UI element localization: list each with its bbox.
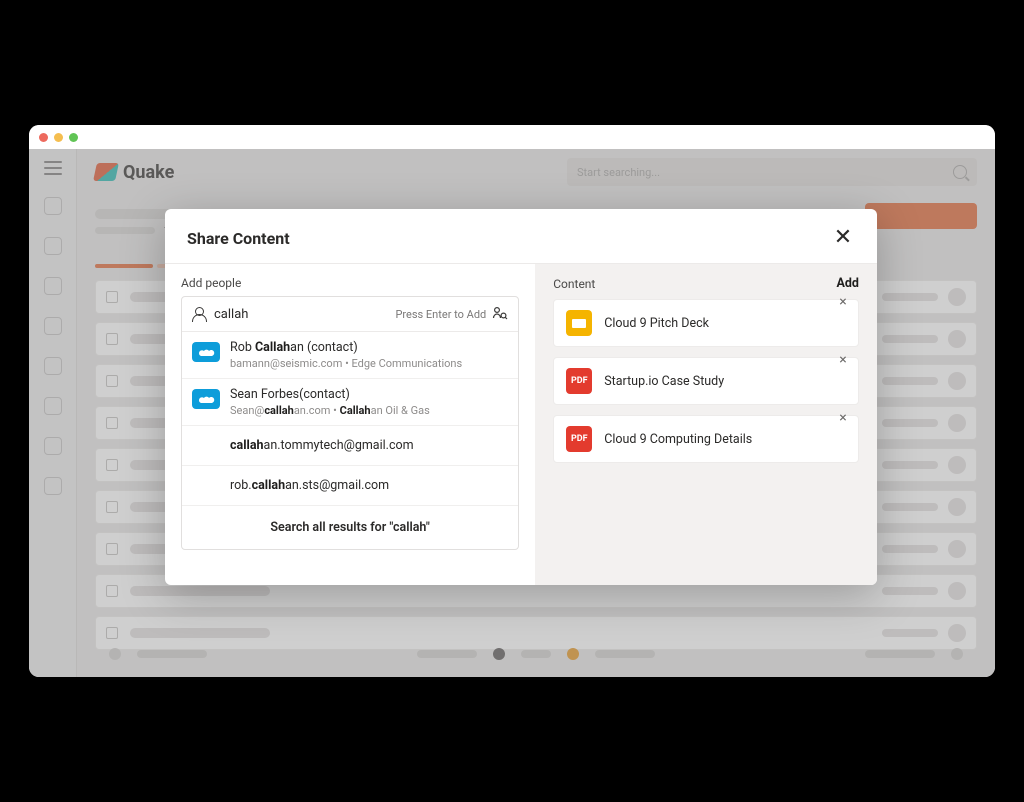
search-all-label: Search all results for "callah" (270, 520, 429, 535)
breadcrumb-skeleton (95, 209, 175, 219)
add-content-button[interactable]: Add (837, 276, 859, 291)
remove-content-icon[interactable]: × (836, 294, 850, 308)
modal-title: Share Content (187, 229, 290, 248)
checkbox[interactable] (106, 459, 118, 471)
window-min-dot[interactable] (54, 133, 63, 142)
content-card[interactable]: × PDF Cloud 9 Computing Details (553, 415, 859, 463)
nav-icon-6[interactable] (44, 397, 62, 415)
primary-cta-button[interactable] (865, 203, 977, 229)
window-titlebar (29, 125, 995, 149)
nav-icon-4[interactable] (44, 317, 62, 335)
search-all-results[interactable]: Search all results for "callah" (182, 506, 518, 549)
checkbox[interactable] (106, 291, 118, 303)
salesforce-icon (192, 342, 220, 362)
pager-first[interactable] (109, 648, 121, 660)
content-label: Content (553, 277, 595, 291)
checkbox[interactable] (106, 543, 118, 555)
app-header: Quake Start searching... (77, 149, 995, 195)
nav-icon-1[interactable] (44, 197, 62, 215)
content-panel: Content Add × Cloud 9 Pitch Deck × PDF S… (535, 264, 877, 585)
pdf-file-icon: PDF (566, 368, 592, 394)
share-content-modal: Share Content ✕ Add people callah Press … (165, 209, 877, 585)
window-close-dot[interactable] (39, 133, 48, 142)
pager-page[interactable] (493, 648, 505, 660)
checkbox[interactable] (106, 627, 118, 639)
people-input-value: callah (214, 307, 248, 322)
checkbox[interactable] (106, 501, 118, 513)
option-title: Rob Callahan (contact) (230, 340, 462, 355)
pager-page-active[interactable] (567, 648, 579, 660)
checkbox[interactable] (106, 417, 118, 429)
content-header: Content Add (553, 276, 859, 291)
content-title: Startup.io Case Study (604, 374, 724, 389)
person-search-icon (492, 306, 508, 322)
people-dropdown: Rob Callahan (contact) bamann@seismic.co… (182, 331, 518, 549)
app-name: Quake (123, 162, 174, 183)
people-combobox: callah Press Enter to Add (181, 296, 519, 550)
nav-icon-8[interactable] (44, 477, 62, 495)
people-option[interactable]: Rob Callahan (contact) bamann@seismic.co… (182, 332, 518, 379)
content-title: Cloud 9 Pitch Deck (604, 316, 709, 331)
add-people-label: Add people (181, 276, 519, 290)
left-nav-rail (29, 149, 77, 677)
people-option[interactable]: Sean Forbes(contact) Sean@callahan.com •… (182, 379, 518, 426)
option-title: rob.callahan.sts@gmail.com (192, 478, 389, 493)
logo-mark-icon (93, 163, 119, 181)
option-subtitle: Sean@callahan.com • Callahan Oil & Gas (230, 404, 430, 417)
checkbox[interactable] (106, 375, 118, 387)
content-title: Cloud 9 Computing Details (604, 432, 752, 447)
global-search[interactable]: Start searching... (567, 158, 977, 186)
nav-icon-5[interactable] (44, 357, 62, 375)
slides-file-icon (566, 310, 592, 336)
content-card[interactable]: × PDF Startup.io Case Study (553, 357, 859, 405)
pagination (77, 641, 995, 667)
nav-icon-2[interactable] (44, 237, 62, 255)
app-logo: Quake (95, 162, 174, 183)
person-icon (192, 307, 206, 321)
pager-skeleton (137, 650, 207, 658)
nav-icon-3[interactable] (44, 277, 62, 295)
modal-body: Add people callah Press Enter to Add (165, 264, 877, 585)
breadcrumb-sub-skeleton (95, 227, 155, 234)
close-icon[interactable]: ✕ (831, 227, 855, 249)
pager-skeleton (417, 650, 477, 658)
option-title: Sean Forbes(contact) (230, 387, 430, 402)
remove-content-icon[interactable]: × (836, 352, 850, 366)
salesforce-icon (192, 389, 220, 409)
content-card[interactable]: × Cloud 9 Pitch Deck (553, 299, 859, 347)
menu-icon[interactable] (44, 161, 62, 175)
window-max-dot[interactable] (69, 133, 78, 142)
people-option[interactable]: rob.callahan.sts@gmail.com (182, 466, 518, 506)
pager-skeleton (521, 650, 551, 658)
browser-window: Quake Start searching... (29, 125, 995, 677)
option-subtitle: bamann@seismic.com • Edge Communications (230, 357, 462, 370)
checkbox[interactable] (106, 585, 118, 597)
pager-skeleton (595, 650, 655, 658)
add-people-panel: Add people callah Press Enter to Add (165, 264, 535, 585)
remove-content-icon[interactable]: × (836, 410, 850, 424)
tab-active[interactable] (95, 264, 153, 268)
nav-icon-7[interactable] (44, 437, 62, 455)
search-placeholder: Start searching... (577, 166, 660, 179)
people-search-input[interactable]: callah Press Enter to Add (182, 297, 518, 331)
modal-header: Share Content ✕ (165, 209, 877, 263)
search-icon (953, 165, 967, 179)
pdf-file-icon: PDF (566, 426, 592, 452)
option-title: callahan.tommytech@gmail.com (192, 438, 414, 453)
people-input-hint: Press Enter to Add (395, 306, 508, 322)
people-option[interactable]: callahan.tommytech@gmail.com (182, 426, 518, 466)
pager-skeleton (865, 650, 935, 658)
checkbox[interactable] (106, 333, 118, 345)
pager-last[interactable] (951, 648, 963, 660)
